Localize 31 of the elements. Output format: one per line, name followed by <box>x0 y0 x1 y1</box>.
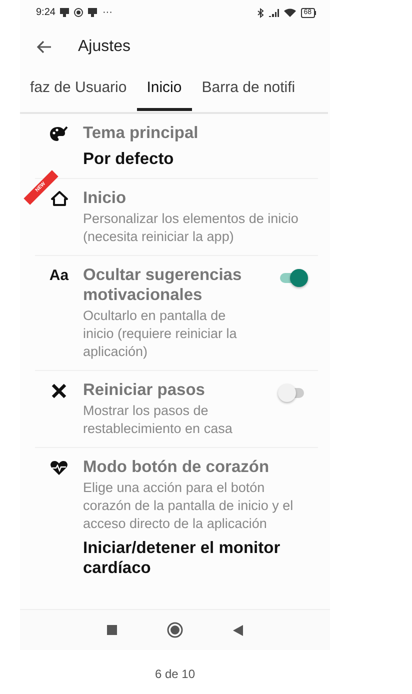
setting-value: Por defecto <box>83 149 175 169</box>
setting-description: Personalizar los elementos de inicio (necesita reiniciar la app) <box>83 210 300 246</box>
palette-icon <box>50 126 68 142</box>
back-button[interactable] <box>233 624 243 636</box>
close-icon <box>51 383 67 399</box>
setting-title: Tema principal <box>83 123 200 143</box>
more-notifications: ··· <box>102 7 112 18</box>
home-button[interactable] <box>167 622 183 638</box>
toggle-switch[interactable] <box>278 382 306 402</box>
home-icon <box>50 191 68 206</box>
bluetooth-icon <box>256 8 264 18</box>
setting-value: Iniciar/detener el monitor cardíaco <box>83 538 282 578</box>
tab[interactable]: faz de Usuario <box>20 69 137 111</box>
text-size-icon: Aa <box>49 268 69 361</box>
setting-title: Inicio <box>83 188 128 208</box>
setting-title: Modo botón de corazón <box>83 457 270 477</box>
screen-title: Ajustes <box>78 38 130 56</box>
page-counter: 6 de 10 <box>154 667 196 681</box>
clock-time: 9:24 <box>36 7 56 18</box>
setting-description: Mostrar los pasos de restablecimiento en casa <box>83 402 234 438</box>
toggle-switch[interactable] <box>278 267 306 287</box>
setting-description: Elige una acción para el botón corazón de la pantalla de inicio y el acceso directo de la aplicación <box>83 479 294 533</box>
setting-title: Reiniciar pasos <box>83 380 206 400</box>
heart-pulse-icon <box>50 460 68 476</box>
tab[interactable]: Inicio <box>136 69 192 111</box>
setting-description: Ocultarlo en pantalla de inicio (requiere reiniciar la aplicación) <box>83 307 238 361</box>
tab[interactable]: Barra de notifi <box>192 69 306 111</box>
wifi-icon <box>284 8 296 17</box>
back-button[interactable] <box>36 40 52 54</box>
signal-icon <box>268 8 279 16</box>
setting-title: Ocultar sugerencias motivacionales <box>83 265 243 305</box>
